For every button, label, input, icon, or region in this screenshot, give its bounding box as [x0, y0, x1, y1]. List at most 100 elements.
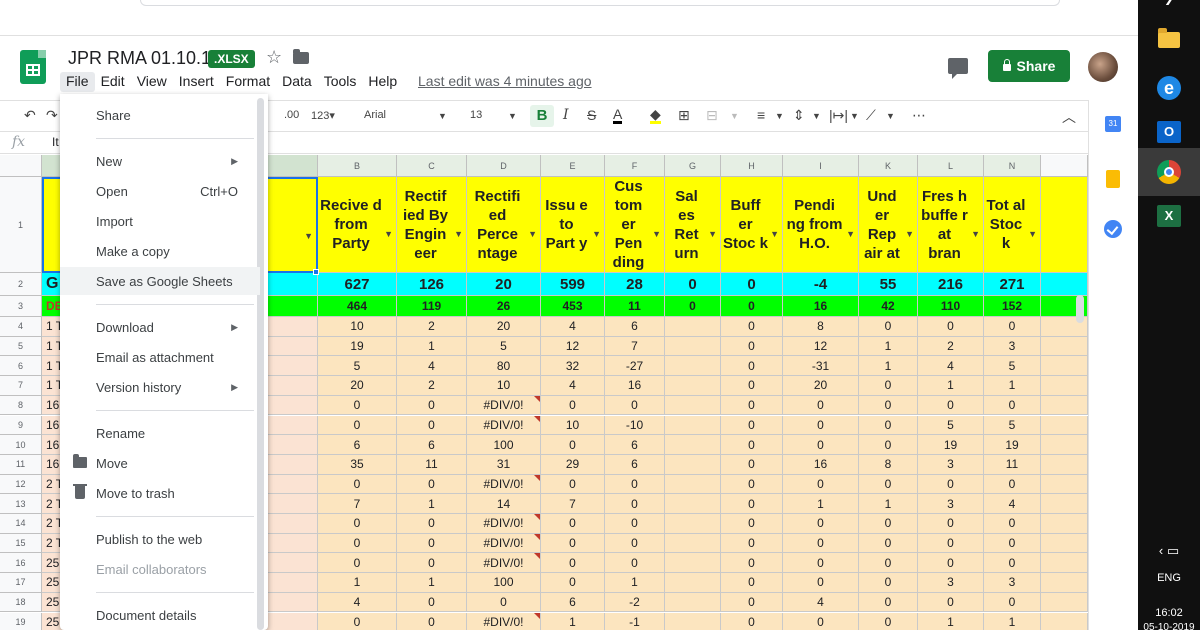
filter-icon[interactable]: ▼ — [304, 227, 313, 246]
header-cell[interactable]: Buff er Stoc k ▼ — [721, 177, 783, 273]
menu-view[interactable]: View — [131, 72, 173, 92]
rotation-dropdown-icon[interactable]: ▼ — [886, 111, 895, 121]
data-cell[interactable]: 0 — [783, 395, 859, 416]
data-cell[interactable]: 4 — [318, 592, 397, 613]
row-header[interactable]: 6 — [0, 356, 42, 377]
data-cell[interactable]: 0 — [918, 533, 984, 554]
data-cell[interactable]: 0 — [605, 474, 665, 495]
italic-button[interactable]: I — [563, 107, 569, 123]
avatar[interactable] — [1088, 52, 1118, 82]
data-cell[interactable]: 0 — [783, 612, 859, 630]
data-cell[interactable]: 0 — [721, 494, 783, 514]
header-cell[interactable]: Recive d from Party ▼ — [318, 177, 397, 273]
data-cell[interactable]: 0 — [397, 415, 467, 436]
text-rotation-icon[interactable]: ⟋ — [866, 107, 876, 124]
data-cell[interactable]: 80 — [467, 356, 541, 377]
data-cell[interactable]: 0 — [541, 514, 605, 534]
total-cell[interactable]: 20 — [467, 273, 541, 296]
column-header-g[interactable]: G — [665, 155, 721, 177]
total-cell[interactable]: 55 — [859, 273, 918, 296]
star-icon[interactable]: ☆ — [266, 47, 282, 68]
column-header-c[interactable]: C — [397, 155, 467, 177]
row-header[interactable]: 3 — [0, 296, 42, 317]
data-cell[interactable]: 0 — [918, 395, 984, 416]
language-indicator[interactable]: ENG — [1138, 572, 1200, 584]
group-cell[interactable]: 453 — [541, 296, 605, 317]
merge-cells-icon[interactable]: ⊟ — [706, 107, 718, 124]
data-cell[interactable] — [665, 592, 721, 613]
data-cell[interactable] — [665, 474, 721, 495]
data-cell[interactable]: 0 — [721, 533, 783, 554]
data-cell[interactable]: 0 — [859, 514, 918, 534]
data-cell[interactable]: 0 — [984, 317, 1041, 337]
column-header-i[interactable]: I — [783, 155, 859, 177]
column-header-e[interactable]: E — [541, 155, 605, 177]
data-cell[interactable]: #DIV/0! — [467, 612, 541, 630]
data-cell[interactable]: 0 — [918, 474, 984, 495]
data-cell[interactable]: 14 — [467, 494, 541, 514]
row-header[interactable]: 18 — [0, 592, 42, 613]
data-cell[interactable]: 0 — [397, 533, 467, 554]
total-cell[interactable]: 599 — [541, 273, 605, 296]
data-cell[interactable]: 0 — [397, 514, 467, 534]
data-cell[interactable]: 0 — [397, 553, 467, 574]
total-cell[interactable]: 627 — [318, 273, 397, 296]
menu-item-move[interactable]: Move — [60, 449, 260, 477]
menu-item-email-as-attachment[interactable]: Email as attachment — [60, 343, 260, 371]
data-cell[interactable]: 0 — [918, 317, 984, 337]
data-cell-extra[interactable] — [1041, 415, 1088, 436]
data-cell[interactable]: 1 — [541, 612, 605, 630]
total-cell-extra[interactable] — [1041, 273, 1088, 296]
data-cell-extra[interactable] — [1041, 553, 1088, 574]
data-cell[interactable]: 0 — [984, 533, 1041, 554]
data-cell[interactable]: 3 — [918, 454, 984, 475]
row-header[interactable]: 13 — [0, 494, 42, 514]
data-cell[interactable]: 19 — [918, 435, 984, 455]
data-cell-extra[interactable] — [1041, 356, 1088, 377]
share-button[interactable]: Share — [988, 50, 1070, 82]
text-wrapping-icon[interactable]: |↦| — [829, 107, 848, 124]
row-header[interactable]: 9 — [0, 415, 42, 436]
data-cell[interactable]: 0 — [859, 415, 918, 436]
tasks-icon[interactable] — [1104, 220, 1122, 238]
row-header[interactable]: 5 — [0, 336, 42, 357]
data-cell[interactable]: 0 — [605, 494, 665, 514]
header-cell[interactable]: Rectif ied By Engin eer ▼ — [397, 177, 467, 273]
data-cell[interactable]: 0 — [318, 395, 397, 416]
data-cell[interactable]: 2 — [397, 317, 467, 337]
data-cell[interactable]: 1 — [397, 494, 467, 514]
data-cell[interactable]: 0 — [859, 395, 918, 416]
data-cell[interactable]: 100 — [467, 573, 541, 593]
horizontal-align-icon[interactable]: ≡ — [757, 107, 765, 123]
data-cell[interactable]: #DIV/0! — [467, 553, 541, 574]
data-cell[interactable]: 16 — [605, 376, 665, 396]
menu-insert[interactable]: Insert — [173, 72, 220, 92]
column-header-d[interactable]: D — [467, 155, 541, 177]
header-cell[interactable]: Sal es Ret urn ▼ — [665, 177, 721, 273]
data-cell[interactable]: 8 — [859, 454, 918, 475]
row-header[interactable]: 14 — [0, 514, 42, 534]
data-cell[interactable]: 12 — [783, 336, 859, 357]
menu-file[interactable]: File — [60, 72, 95, 92]
data-cell[interactable]: 0 — [541, 474, 605, 495]
data-cell[interactable]: 0 — [859, 612, 918, 630]
data-cell-extra[interactable] — [1041, 435, 1088, 455]
more-options-icon[interactable]: ⋯ — [912, 107, 926, 124]
data-cell[interactable]: 0 — [918, 592, 984, 613]
data-cell[interactable]: 0 — [859, 533, 918, 554]
data-cell[interactable]: 0 — [859, 435, 918, 455]
data-cell[interactable]: 0 — [984, 592, 1041, 613]
data-cell[interactable]: 0 — [318, 474, 397, 495]
data-cell[interactable] — [665, 336, 721, 357]
calendar-icon[interactable]: 31 — [1105, 116, 1121, 132]
header-cell[interactable]: Cus tom er Pen ding ▼ — [605, 177, 665, 273]
data-cell[interactable]: 6 — [605, 454, 665, 475]
data-cell[interactable]: 0 — [783, 435, 859, 455]
valign-dropdown-icon[interactable]: ▼ — [812, 111, 821, 121]
data-cell[interactable]: #DIV/0! — [467, 415, 541, 436]
data-cell[interactable]: 1 — [859, 336, 918, 357]
column-header-extra[interactable] — [1041, 155, 1088, 177]
data-cell[interactable]: 3 — [918, 494, 984, 514]
menu-item-version-history[interactable]: Version history ▶ — [60, 373, 260, 401]
data-cell[interactable]: 4 — [397, 356, 467, 377]
